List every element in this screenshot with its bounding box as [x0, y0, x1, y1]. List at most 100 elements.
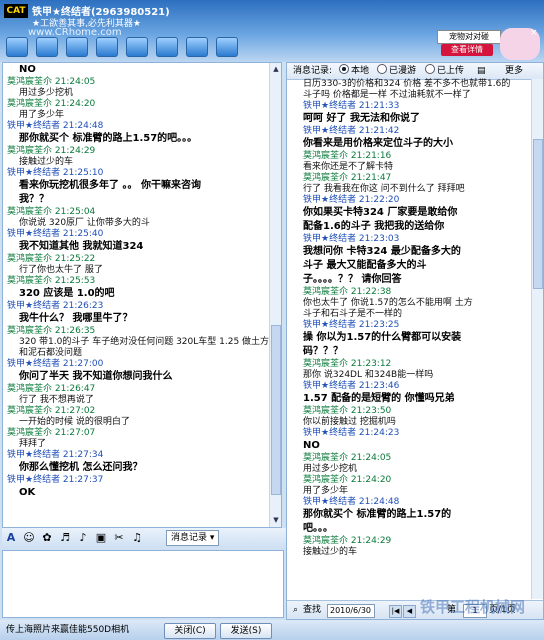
message-record-panel: 消息记录: 本地 已漫游 已上传 ▤ 更多 日历330-3的价格和324 价格 … [286, 62, 544, 620]
message-text: 那你就买个 标准臂的路上1.57的 [303, 509, 452, 520]
video-icon[interactable] [6, 37, 28, 57]
message-text: 我想问你 卡特324 最少配备多大的 [303, 246, 461, 257]
close-button[interactable]: 关闭(C) [164, 623, 216, 639]
close-icon[interactable]: × [530, 28, 538, 38]
message-sender-line: 铁甲★终结者 21:23:25 [303, 320, 400, 330]
message-text: 行了 我看我在你这 问不到什么了 拜拜吧 [303, 184, 465, 194]
message-text: 用过多少挖机 [303, 464, 358, 474]
file-transfer-icon[interactable] [66, 37, 88, 57]
message-text: 我牛什么？ 我哪里牛了？ [19, 313, 133, 324]
mail-icon[interactable] [126, 37, 148, 57]
message-sender-line: 莫鸿宸荃尒 21:24:05 [303, 453, 392, 463]
message-text: 接触过少的车 [303, 547, 358, 557]
radio-roaming[interactable]: 已漫游 [377, 63, 416, 79]
message-text: 子。。。。？？ 请你回答 [303, 274, 402, 285]
message-text: 你问了半天 我不知道你想问我什么 [19, 371, 173, 382]
font-icon[interactable]: A [4, 531, 18, 545]
message-text: 看来你还是不了解卡特 [303, 162, 394, 172]
scroll-down-icon[interactable]: ▼ [271, 515, 281, 525]
search-button[interactable]: 查找 [303, 601, 321, 619]
message-text: 接触过少的车 [19, 157, 74, 167]
chat-scrollbar[interactable]: ▲ ▼ [269, 63, 281, 527]
record-scrollbar[interactable] [531, 79, 543, 599]
message-text: 那你就买个 标准臂的路上1.57的吧。。。 [19, 133, 198, 144]
screenshot-icon[interactable]: ✂ [112, 531, 126, 545]
message-sender-line: 铁甲★终结者 21:21:42 [303, 126, 400, 136]
export-icon[interactable]: ▤ [477, 63, 486, 79]
message-text: 码？？？ [303, 346, 343, 357]
shake-icon[interactable]: ♬ [58, 531, 72, 545]
message-sender-line: 莫鸿宸荃尒 21:24:20 [7, 99, 96, 109]
message-text: 看来你玩挖机很多年了 。。 你干嘛来咨询 [19, 180, 201, 191]
message-input[interactable] [2, 550, 284, 618]
message-text: 你说说 320原厂 让你带多大的斗 [19, 218, 150, 228]
message-text: 用了多少年 [19, 110, 65, 120]
tools-icon[interactable] [186, 37, 208, 57]
message-text: 你以前接触过 挖掘机吗 [303, 417, 396, 427]
message-sender-line: 莫鸿宸荃尒 21:22:38 [303, 287, 392, 297]
message-text: 用了多少年 [303, 486, 349, 496]
message-text: 斗子吗 价格都是一样 不过油耗就不一样了 [303, 90, 471, 100]
first-page-icon[interactable]: |◀ [389, 605, 402, 618]
message-sender-line: 莫鸿宸荃尒 21:21:16 [303, 151, 392, 161]
message-text: 1.57 配备的是短臂的 你懂吗兄弟 [303, 393, 455, 404]
message-sender-line: 莫鸿宸荃尒 21:25:04 [7, 207, 96, 217]
bottom-bar: 传上海照片来赢佳能550D相机 关闭(C) 发送(S) [0, 620, 544, 640]
message-text: 320 应该是 1.0的吧 [19, 288, 115, 299]
status-ad-link[interactable]: 传上海照片来赢佳能550D相机 [6, 620, 129, 640]
radio-uploaded[interactable]: 已上传 [425, 63, 464, 79]
message-text: 你那么懂挖机 怎么还问我？ [19, 462, 143, 473]
music-icon[interactable]: ♫ [130, 531, 144, 545]
message-text: 我？？ [19, 194, 49, 205]
message-sender-line: 莫鸿宸荃尒 21:24:29 [303, 536, 392, 546]
message-text: 呵呵 好了 我无法和你说了 [303, 113, 420, 124]
message-text: OK [19, 487, 36, 498]
voice-message-icon[interactable]: ♪ [76, 531, 90, 545]
scrollbar-thumb[interactable] [271, 325, 281, 495]
search-icon[interactable]: ⌕ [293, 601, 298, 619]
message-text: 那你 说324DL 和324B能一样吗 [303, 370, 434, 380]
message-sender-line: 铁甲★终结者 21:27:37 [7, 475, 104, 485]
message-text: 斗子和石斗子是不一样的 [303, 309, 403, 319]
cat-logo: CAT [4, 4, 28, 18]
date-field[interactable]: 2010/6/30 [327, 604, 375, 618]
message-text: 吧。。。 [303, 523, 333, 534]
apps-icon[interactable] [96, 37, 118, 57]
message-sender-line: 莫鸿宸荃尒 21:24:20 [303, 475, 392, 485]
more-button[interactable]: 更多 [505, 63, 523, 79]
message-text: 你如果买卡特324 厂家要是敢给你 [303, 207, 458, 218]
ad-label[interactable]: 宠物对对碰 [437, 30, 501, 44]
record-scrollbar-thumb[interactable] [533, 139, 543, 289]
message-sender-line: 铁甲★终结者 21:25:10 [7, 168, 104, 178]
scroll-up-icon[interactable]: ▲ [271, 64, 281, 74]
message-text: 操 你以为1.57的什么臂都可以安装 [303, 332, 462, 343]
prev-page-icon[interactable]: ◀ [403, 605, 416, 618]
message-text: 用过多少挖机 [19, 88, 74, 98]
message-sender-line: 莫鸿宸荃尒 21:27:07 [7, 428, 96, 438]
message-record-button[interactable]: 消息记录 ▾ [166, 530, 220, 546]
magic-emoticon-icon[interactable]: ✿ [40, 531, 54, 545]
image-icon[interactable]: ▣ [94, 531, 108, 545]
message-sender-line: 铁甲★终结者 21:23:46 [303, 381, 400, 391]
ad-detail-button[interactable]: 查看详情 [441, 44, 493, 56]
message-text: 320 带1.0的斗子 车子绝对没任何问题 320L车型 1.25 做土方 [19, 337, 270, 347]
message-sender-line: 铁甲★终结者 21:27:00 [7, 359, 104, 369]
voice-icon[interactable] [36, 37, 58, 57]
settings-icon[interactable] [216, 37, 238, 57]
format-toolbar: A ☺ ✿ ♬ ♪ ▣ ✂ ♫ 消息记录 ▾ [2, 528, 286, 548]
message-sender-line: 铁甲★终结者 21:22:20 [303, 195, 400, 205]
message-text: 你也太牛了 你说1.57的怎么不能用啊 土方 [303, 298, 473, 308]
message-sender-line: 莫鸿宸荃尒 21:23:50 [303, 406, 392, 416]
message-text: NO [303, 440, 320, 451]
send-button[interactable]: 发送(S) [220, 623, 272, 639]
message-sender-line: 铁甲★终结者 21:24:23 [303, 428, 400, 438]
profile-icon[interactable] [156, 37, 178, 57]
emoticon-icon[interactable]: ☺ [22, 531, 36, 545]
radio-local[interactable]: 本地 [339, 63, 369, 79]
message-sender-line: 铁甲★终结者 21:27:34 [7, 450, 104, 460]
message-sender-line: 铁甲★终结者 21:24:48 [303, 497, 400, 507]
message-sender-line: 铁甲★终结者 21:25:40 [7, 229, 104, 239]
message-sender-line: 莫鸿宸荃尒 21:25:22 [7, 254, 96, 264]
message-sender-line: 莫鸿宸荃尒 21:27:02 [7, 406, 96, 416]
message-text: 一开始的时候 说的很明白了 [19, 417, 130, 427]
